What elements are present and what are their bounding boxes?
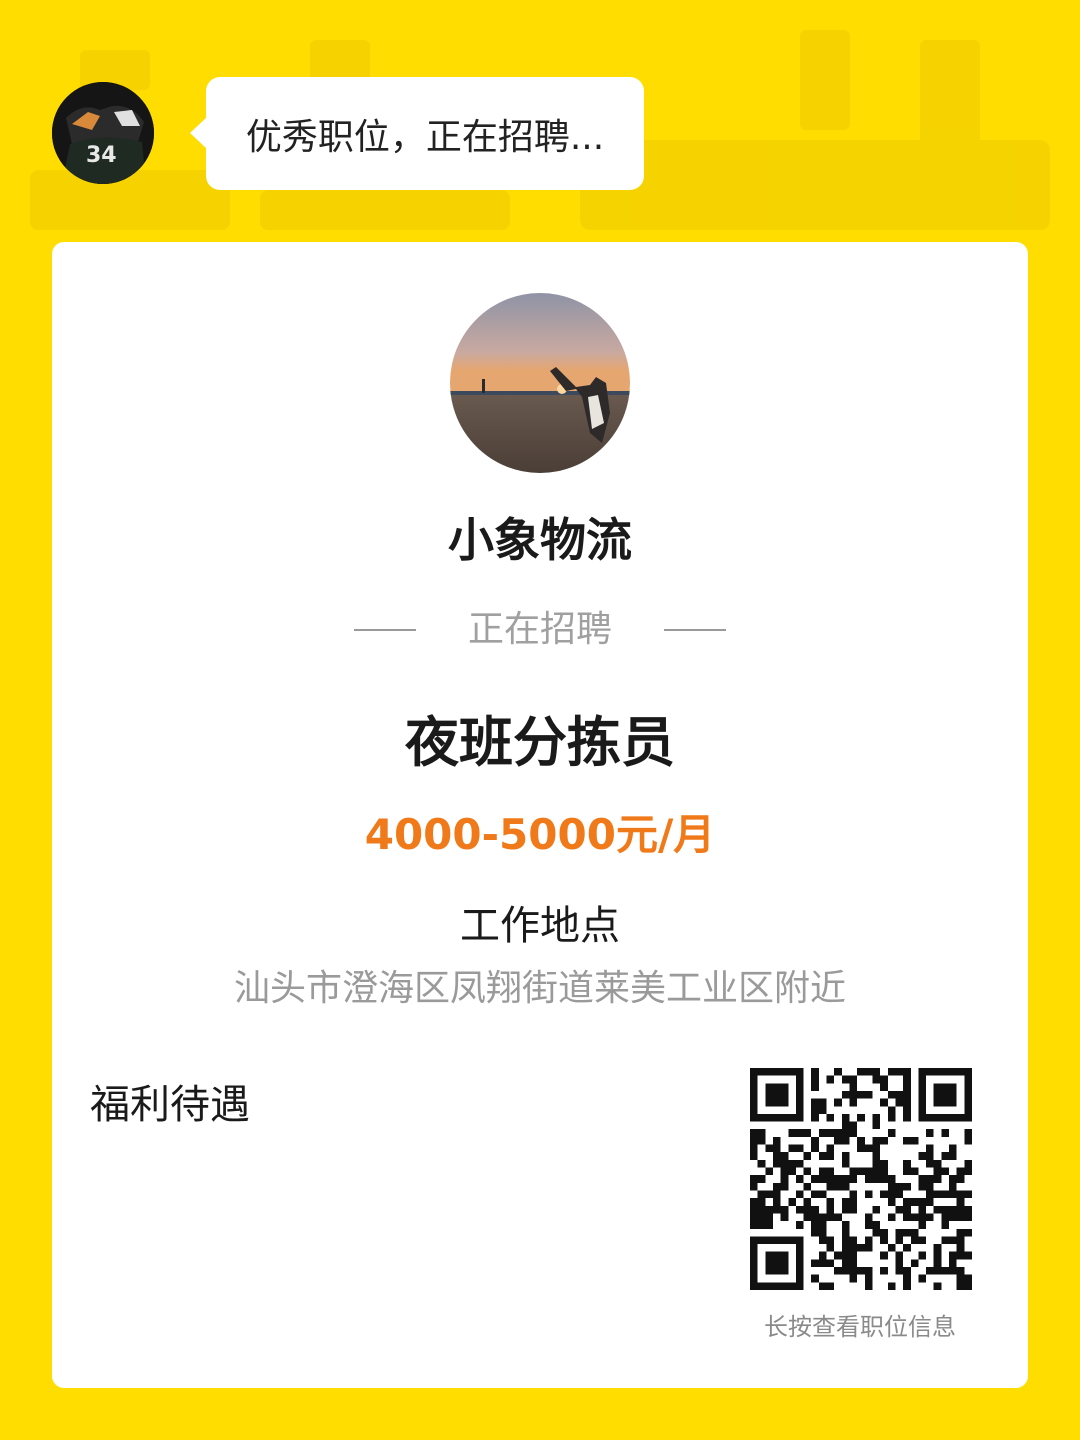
- job-title: 夜班分拣员: [405, 711, 675, 774]
- message-bubble: 优秀职位，正在招聘...: [190, 77, 644, 190]
- job-card: 小象物流 正在招聘 夜班分拣员 4000-5000元/月 工作地点 汕头市澄海区…: [52, 242, 1028, 1388]
- recruitment-poster: 34 优秀职位，正在招聘... 小象物流 正在招聘 夜班分拣员 4000-500…: [0, 0, 1080, 1440]
- company-name: 小象物流: [448, 513, 632, 567]
- location-label: 工作地点: [460, 903, 620, 949]
- divider-line-left: [353, 629, 416, 631]
- bubble-text: 优秀职位，正在招聘...: [245, 116, 605, 158]
- salary: 4000-5000元/月: [364, 810, 716, 859]
- qr-code-icon: [750, 1068, 972, 1290]
- divider-line-right: [664, 629, 726, 631]
- company-logo[interactable]: [450, 293, 630, 473]
- qr-code[interactable]: [750, 1068, 972, 1290]
- sunset-beach-photo-icon: [450, 293, 630, 473]
- hiring-divider: 正在招聘: [52, 602, 1028, 658]
- hiring-label: 正在招聘: [467, 609, 612, 650]
- benefits-label: 福利待遇: [90, 1082, 250, 1128]
- user-avatar[interactable]: 34: [52, 82, 154, 184]
- user-avatar-icon: 34: [52, 82, 154, 184]
- svg-text:34: 34: [86, 143, 117, 168]
- qr-hint: 长按查看职位信息: [764, 1313, 956, 1341]
- location-address: 汕头市澄海区凤翔街道莱美工业区附近: [233, 968, 846, 1009]
